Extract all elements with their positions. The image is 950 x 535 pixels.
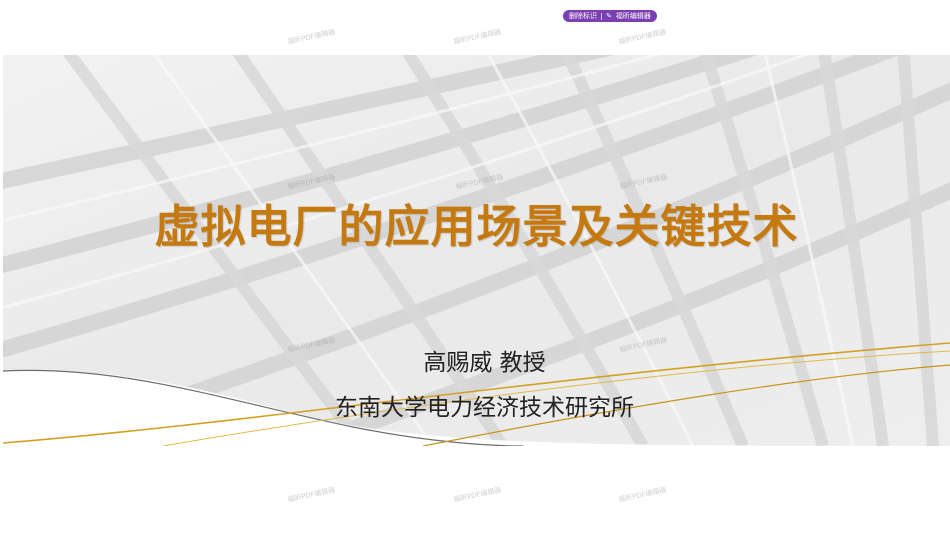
slide-institute: 东南大学电力经济技术研究所 (335, 395, 634, 421)
watermark: 福昕PDF编辑器 (452, 28, 502, 46)
pdf-page: 删除标识 ✎ 福昕编辑器 福昕PDF编辑器 福昕PDF编辑器 福昕PDF编辑器 (0, 0, 950, 535)
watermark: 福昕PDF编辑器 (617, 486, 667, 504)
presentation-slide: 虚拟电厂的应用场景及关键技术 高赐威 教授 东南大学电力经济技术研究所 福昕PD… (3, 55, 950, 446)
watermark: 福昕PDF编辑器 (286, 486, 336, 504)
watermark: 福昕PDF编辑器 (617, 28, 667, 46)
editor-button[interactable]: 福昕编辑器 (616, 10, 651, 22)
watermark: 福昕PDF编辑器 (452, 486, 502, 504)
pen-icon: ✎ (606, 12, 612, 20)
pdf-editor-toolbar[interactable]: 删除标识 ✎ 福昕编辑器 (563, 10, 657, 22)
toolbar-divider (601, 12, 602, 20)
watermark: 福昕PDF编辑器 (286, 28, 336, 46)
slide-author: 高赐威 教授 (423, 350, 546, 376)
remove-mark-button[interactable]: 删除标识 (569, 10, 597, 22)
slide-title: 虚拟电厂的应用场景及关键技术 (154, 200, 799, 253)
